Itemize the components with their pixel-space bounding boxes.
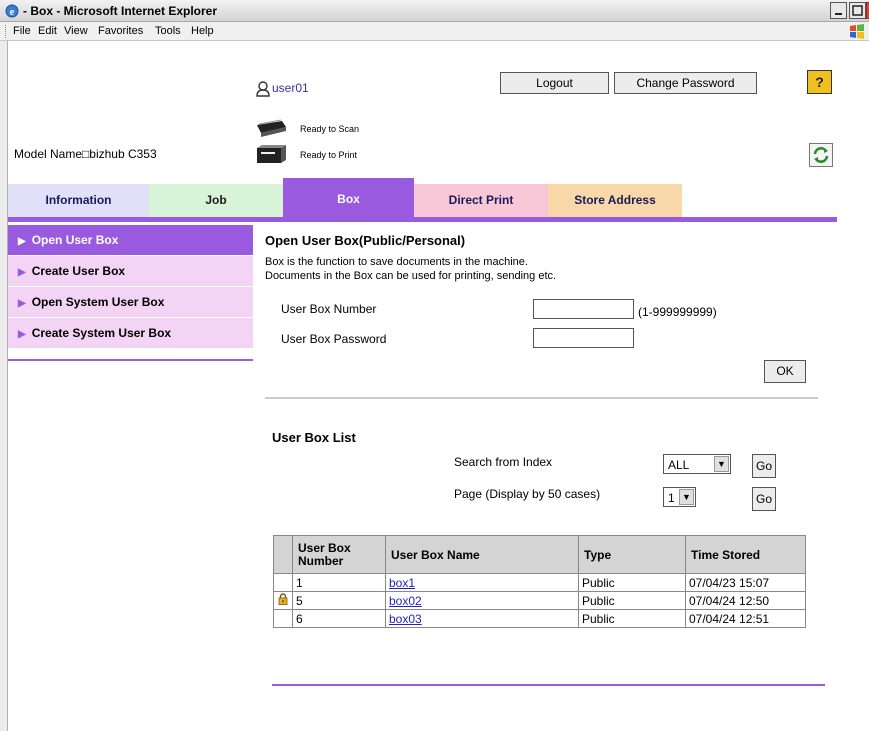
sidebar-item-open-user-box[interactable]: ▶ Open User Box xyxy=(8,225,253,256)
help-button[interactable]: ? xyxy=(807,70,832,94)
box-name-link[interactable]: box03 xyxy=(389,612,422,626)
sidebar-item-label: Open User Box xyxy=(31,233,119,247)
box-name-cell: box03 xyxy=(385,609,579,628)
svg-text:e: e xyxy=(10,7,15,18)
search-go-button[interactable]: Go xyxy=(752,454,776,478)
internet-explorer-icon: e xyxy=(5,4,19,18)
bottom-divider xyxy=(272,684,825,686)
description-line-2: Documents in the Box can be used for pri… xyxy=(265,270,557,282)
table-row: 1 box1 Public 07/04/23 15:07 xyxy=(273,573,806,592)
menu-edit[interactable]: Edit xyxy=(38,25,57,37)
scan-status: Ready to Scan xyxy=(300,124,360,134)
windows-logo-icon xyxy=(850,24,864,39)
lock-column-header xyxy=(273,535,293,574)
arrow-right-icon: ▶ xyxy=(18,329,26,340)
minimize-button[interactable] xyxy=(830,2,847,19)
lock-cell xyxy=(273,573,293,592)
search-index-value: ALL xyxy=(668,458,690,472)
table-header-row: User Box Number User Box Name Type Time … xyxy=(273,535,806,574)
window-titlebar: e - Box - Microsoft Internet Explorer xyxy=(0,0,869,22)
section-divider xyxy=(265,397,818,399)
page-go-button[interactable]: Go xyxy=(752,487,776,511)
minimize-icon xyxy=(835,13,842,15)
box-type-cell: Public xyxy=(578,609,686,628)
table-row: 6 box03 Public 07/04/24 12:51 xyxy=(273,609,806,628)
box-number-cell: 1 xyxy=(292,573,386,592)
column-header-name: User Box Name xyxy=(385,535,579,574)
maximize-button[interactable] xyxy=(849,2,866,19)
tab-job[interactable]: Job xyxy=(149,184,283,217)
tab-information[interactable]: Information xyxy=(8,184,149,217)
chevron-down-icon[interactable]: ▼ xyxy=(679,489,694,505)
page-label: Page (Display by 50 cases) xyxy=(454,487,601,501)
page-title: Open User Box(Public/Personal) xyxy=(265,233,466,248)
user-box-number-label: User Box Number xyxy=(281,302,377,316)
sidebar-divider xyxy=(8,359,253,361)
user-box-number-input[interactable] xyxy=(533,299,634,319)
printer-icon xyxy=(257,145,286,163)
menu-view[interactable]: View xyxy=(64,25,88,37)
print-status: Ready to Print xyxy=(300,150,358,160)
tab-store-address[interactable]: Store Address xyxy=(548,184,682,217)
user-icon xyxy=(256,81,270,97)
column-header-type: Type xyxy=(578,535,686,574)
window-left-border xyxy=(0,41,8,731)
lock-icon xyxy=(278,593,288,605)
tab-box[interactable]: Box xyxy=(283,178,414,217)
lock-cell xyxy=(273,609,293,628)
logout-button[interactable]: Logout xyxy=(500,72,609,94)
box-time-cell: 07/04/24 12:50 xyxy=(685,591,806,610)
user-box-password-input[interactable] xyxy=(533,328,634,348)
box-name-cell: box1 xyxy=(385,573,579,592)
menu-file[interactable]: File xyxy=(13,25,31,37)
refresh-icon[interactable] xyxy=(809,143,833,167)
sidebar-item-label: Create User Box xyxy=(31,264,126,278)
box-number-cell: 6 xyxy=(292,609,386,628)
tab-direct-print[interactable]: Direct Print xyxy=(414,184,548,217)
sidebar-item-open-system-user-box[interactable]: ▶ Open System User Box xyxy=(8,287,253,318)
number-range-hint: (1-999999999) xyxy=(638,305,717,319)
box-time-cell: 07/04/24 12:51 xyxy=(685,609,806,628)
tab-underline xyxy=(8,217,837,222)
sidebar-item-create-system-user-box[interactable]: ▶ Create System User Box xyxy=(8,318,253,349)
box-type-cell: Public xyxy=(578,573,686,592)
user-box-list-title: User Box List xyxy=(272,430,356,445)
model-name: Model Name□bizhub C353 xyxy=(14,147,157,161)
box-name-link[interactable]: box02 xyxy=(389,594,422,608)
menu-help[interactable]: Help xyxy=(191,25,214,37)
window-title: - Box - Microsoft Internet Explorer xyxy=(23,4,218,18)
arrow-right-icon: ▶ xyxy=(18,267,26,278)
chevron-down-icon[interactable]: ▼ xyxy=(714,456,729,472)
arrow-right-icon: ▶ xyxy=(18,236,26,247)
menu-favorites[interactable]: Favorites xyxy=(98,25,143,37)
sidebar-item-create-user-box[interactable]: ▶ Create User Box xyxy=(8,256,253,287)
box-name-cell: box02 xyxy=(385,591,579,610)
scanner-icon xyxy=(257,119,286,137)
toolbar-grip xyxy=(5,25,7,38)
maximize-icon xyxy=(852,5,863,16)
user-box-table: User Box Number User Box Name Type Time … xyxy=(273,535,806,628)
search-index-label: Search from Index xyxy=(454,455,553,469)
lock-cell xyxy=(273,591,293,610)
table-row: 5 box02 Public 07/04/24 12:50 xyxy=(273,591,806,610)
column-header-number: User Box Number xyxy=(292,535,386,574)
box-name-link[interactable]: box1 xyxy=(389,576,415,590)
sidebar-item-label: Create System User Box xyxy=(31,326,172,340)
username-link[interactable]: user01 xyxy=(272,81,309,95)
page-value: 1 xyxy=(668,491,675,505)
box-time-cell: 07/04/23 15:07 xyxy=(685,573,806,592)
ok-button[interactable]: OK xyxy=(764,360,806,383)
change-password-button[interactable]: Change Password xyxy=(614,72,757,94)
arrow-right-icon: ▶ xyxy=(18,298,26,309)
column-header-time: Time Stored xyxy=(685,535,806,574)
box-type-cell: Public xyxy=(578,591,686,610)
box-number-cell: 5 xyxy=(292,591,386,610)
user-box-password-label: User Box Password xyxy=(281,332,387,346)
description-line-1: Box is the function to save documents in… xyxy=(265,256,528,268)
page-select[interactable]: 1 ▼ xyxy=(663,487,696,507)
menu-tools[interactable]: Tools xyxy=(155,25,181,37)
search-index-select[interactable]: ALL ▼ xyxy=(663,454,731,474)
sidebar-item-label: Open System User Box xyxy=(31,295,165,309)
menu-bar: File Edit View Favorites Tools Help xyxy=(0,22,869,41)
